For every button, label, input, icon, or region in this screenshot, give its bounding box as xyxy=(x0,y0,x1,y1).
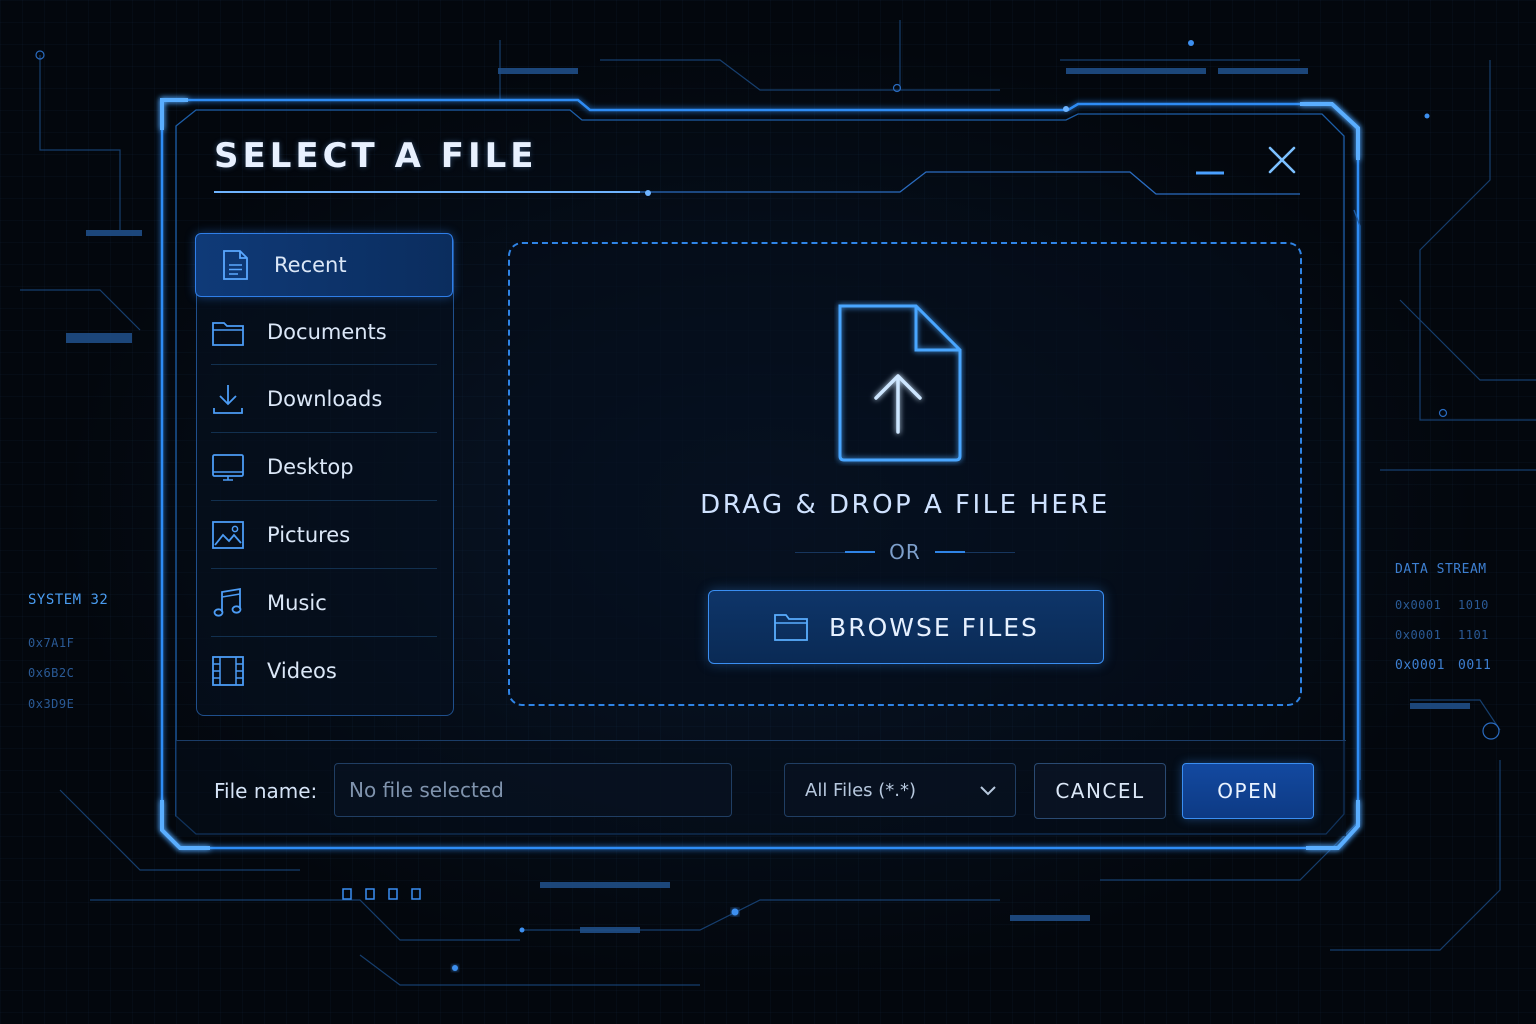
folder-icon xyxy=(212,321,244,346)
hex-code: 0x3D9E xyxy=(28,697,75,711)
dialog-title: SELECT A FILE xyxy=(214,136,538,176)
document-icon xyxy=(223,250,248,280)
minimize-icon xyxy=(1196,171,1224,175)
stream-bits: 0011 xyxy=(1458,658,1492,673)
stream-addr: 0x0001 xyxy=(1395,658,1445,673)
music-note-icon xyxy=(213,587,242,617)
sidebar-item-label: Pictures xyxy=(267,522,351,547)
sidebar-item-videos[interactable]: Videos xyxy=(211,637,437,705)
screen: SYSTEM 32 0x7A1F 0x6B2C 0x3D9E DATA STRE… xyxy=(0,0,1536,1024)
stream-bits: 1010 xyxy=(1458,598,1489,612)
close-button[interactable] xyxy=(1262,140,1302,180)
stream-addr: 0x0001 xyxy=(1395,598,1442,612)
sidebar-item-label: Recent xyxy=(274,253,347,277)
hex-code: 0x7A1F xyxy=(28,636,75,650)
close-icon xyxy=(1268,146,1296,174)
film-icon xyxy=(212,656,244,686)
dialog-footer: File name: All Files (*.*) CANCEL OPEN xyxy=(176,740,1346,836)
monitor-icon xyxy=(212,453,244,481)
system-label: SYSTEM 32 xyxy=(28,592,109,608)
stream-addr: 0x0001 xyxy=(1395,628,1442,642)
file-type-value: All Files (*.*) xyxy=(805,779,917,801)
folder-icon xyxy=(774,614,808,641)
sidebar-item-desktop[interactable]: Desktop xyxy=(211,433,437,501)
sidebar-item-pictures[interactable]: Pictures xyxy=(211,501,437,569)
sidebar-item-label: Documents xyxy=(267,319,387,344)
drop-zone[interactable]: DRAG & DROP A FILE HERE OR BROWSE FILES xyxy=(508,242,1302,706)
or-label: OR xyxy=(889,540,921,564)
sidebar-item-downloads[interactable]: Downloads xyxy=(211,365,437,433)
browse-files-label: BROWSE FILES xyxy=(829,612,1039,642)
hex-code: 0x6B2C xyxy=(28,666,75,680)
file-dialog: SELECT A FILE Recent Documents Downloads… xyxy=(176,118,1346,836)
sidebar-item-label: Videos xyxy=(267,659,337,683)
sidebar-item-recent[interactable]: Recent xyxy=(195,233,453,297)
file-type-select[interactable]: All Files (*.*) xyxy=(784,763,1016,817)
minimize-button[interactable] xyxy=(1190,140,1230,180)
image-icon xyxy=(212,520,244,549)
data-stream-label: DATA STREAM xyxy=(1395,562,1487,577)
sidebar-item-label: Music xyxy=(267,590,327,615)
sidebar-item-label: Downloads xyxy=(267,386,383,411)
cancel-button[interactable]: CANCEL xyxy=(1034,763,1166,819)
stream-bits: 1101 xyxy=(1458,628,1489,642)
drop-instructions: DRAG & DROP A FILE HERE xyxy=(700,490,1110,520)
sidebar-item-label: Desktop xyxy=(267,454,354,479)
file-name-input[interactable] xyxy=(334,763,732,817)
download-icon xyxy=(213,384,243,414)
sidebar-item-documents[interactable]: Documents xyxy=(211,299,437,365)
file-name-label: File name: xyxy=(214,779,318,803)
sidebar-item-music[interactable]: Music xyxy=(211,569,437,637)
browse-files-button[interactable]: BROWSE FILES xyxy=(708,590,1104,664)
file-upload-icon xyxy=(838,304,962,462)
or-divider: OR xyxy=(510,540,1300,564)
open-button[interactable]: OPEN xyxy=(1182,763,1314,819)
chevron-down-icon xyxy=(980,786,996,796)
sidebar: Recent Documents Downloads Desktop Pictu… xyxy=(195,233,454,716)
